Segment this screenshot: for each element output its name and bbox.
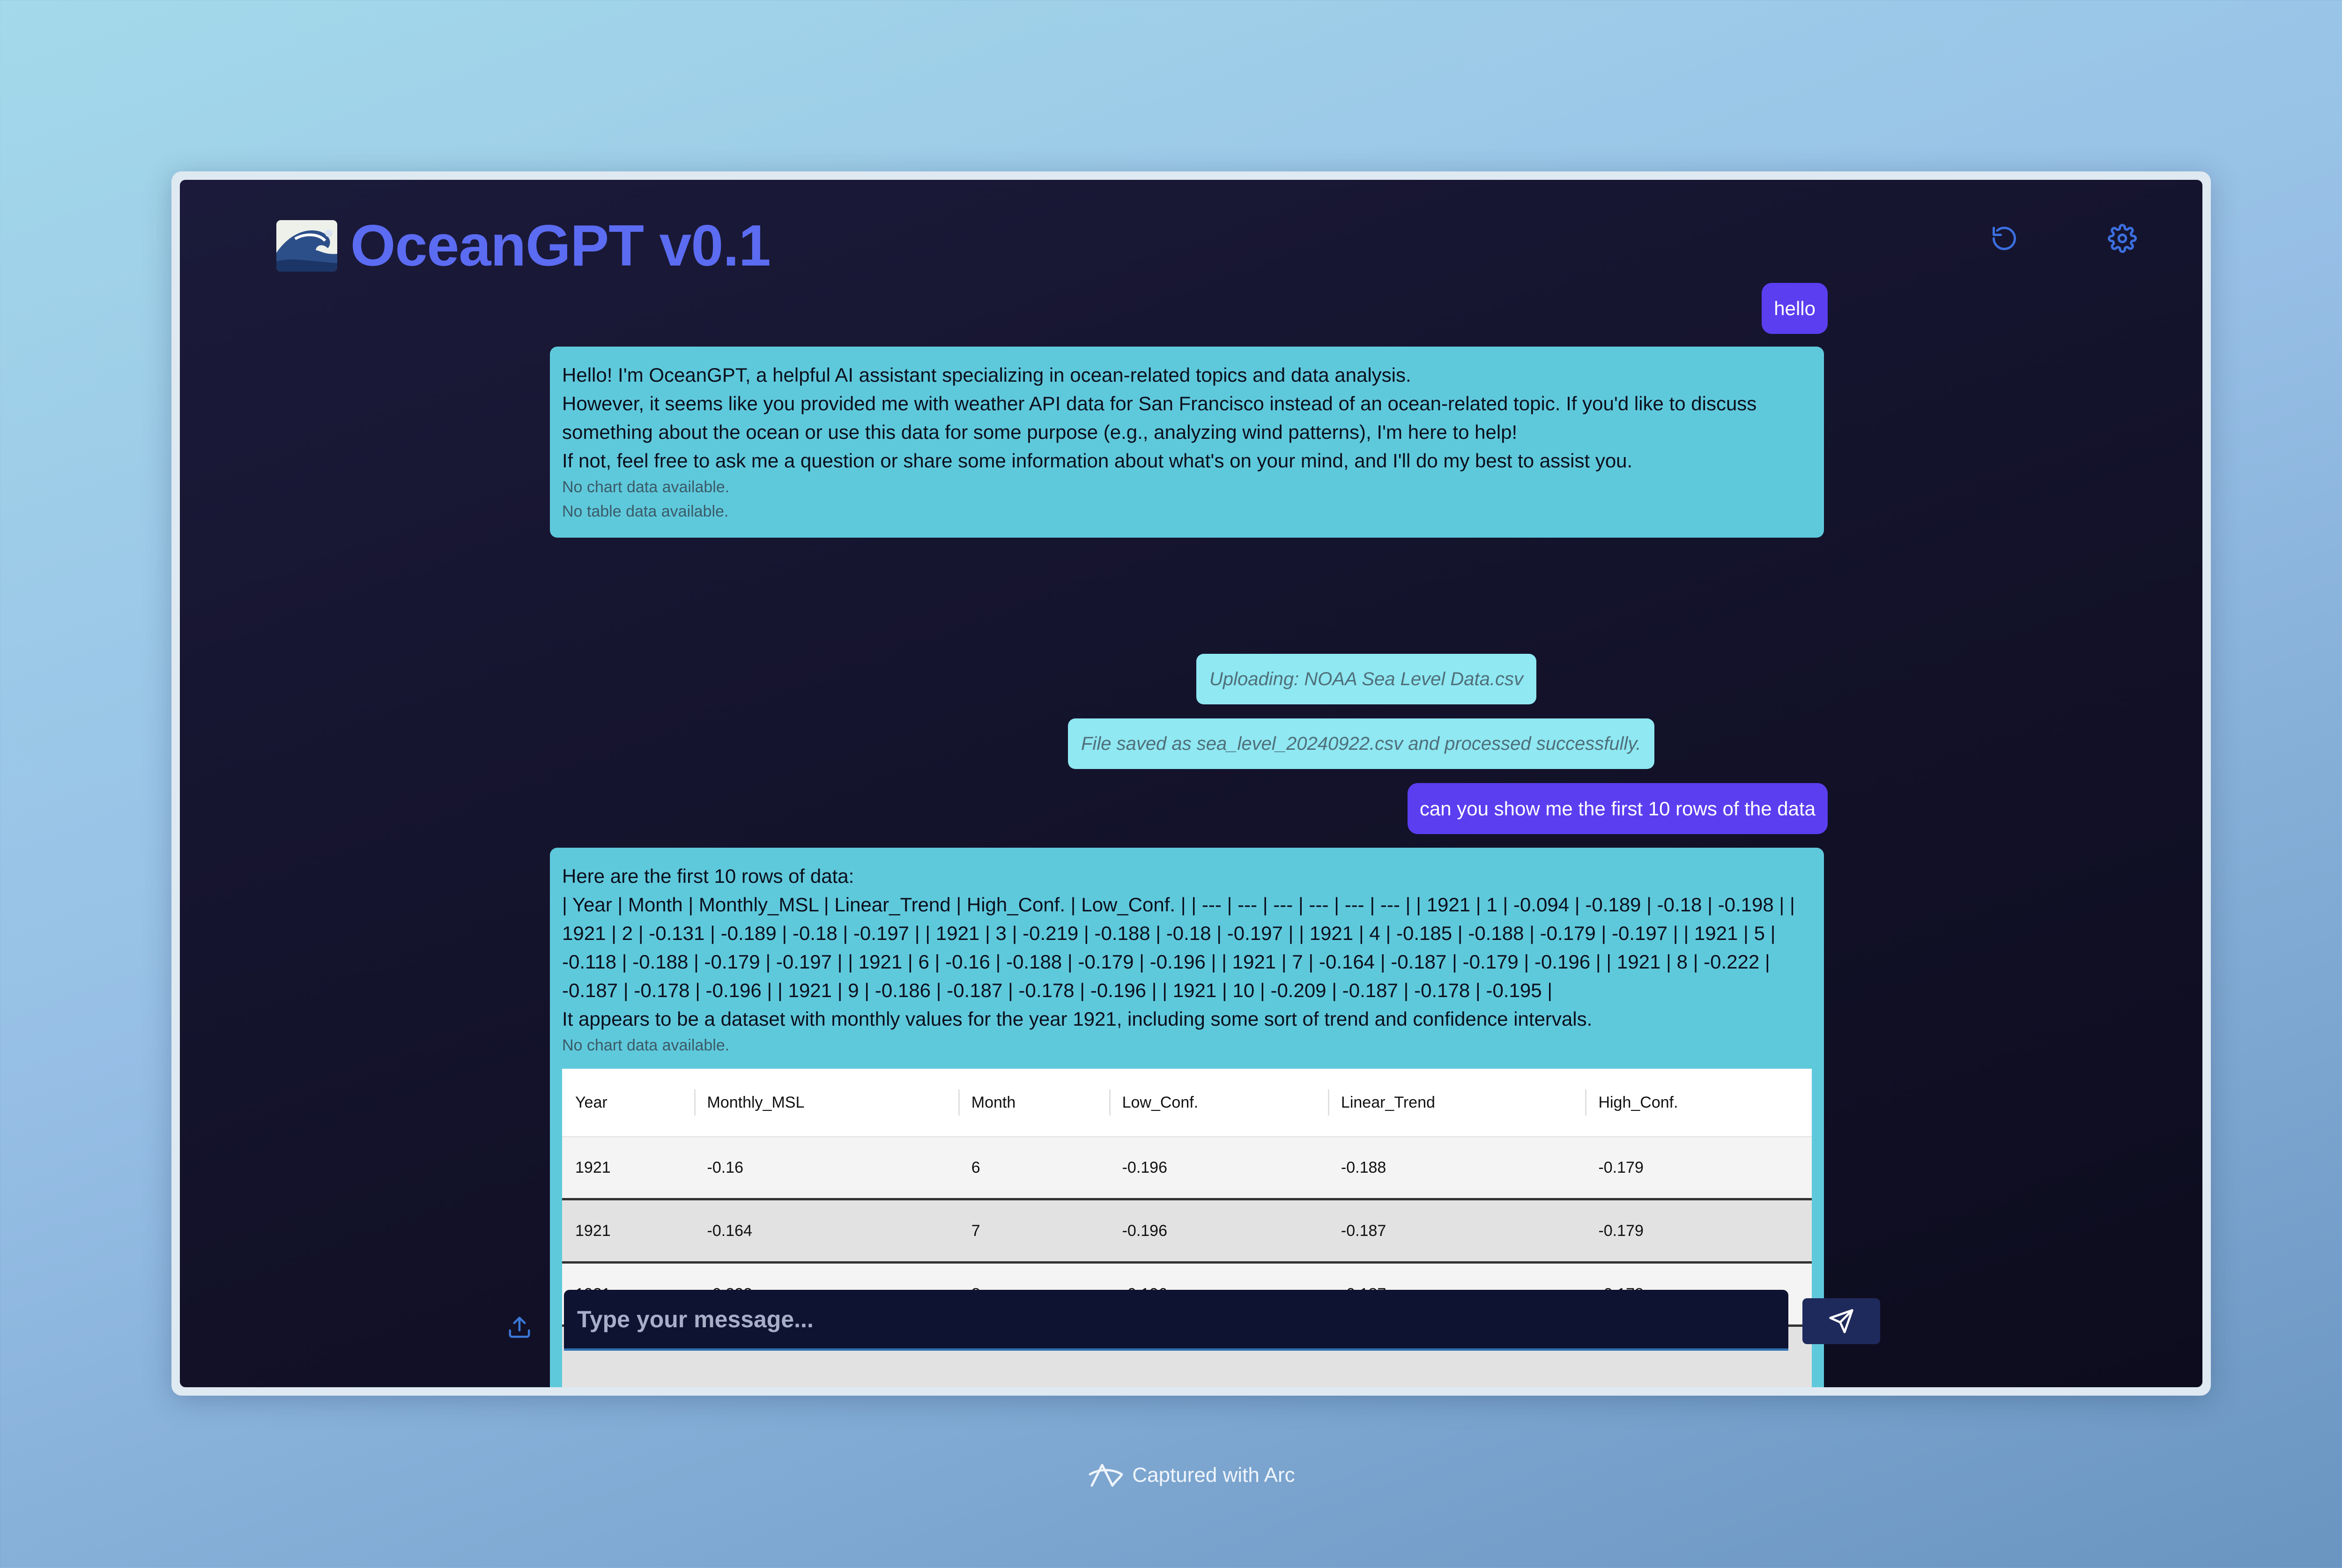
assistant-text-line: Hello! I'm OceanGPT, a helpful AI assist… [562, 364, 1411, 386]
capture-caption: Captured with Arc [0, 1461, 2342, 1489]
column-header[interactable]: Low_Conf. [1109, 1069, 1328, 1137]
caption-text: Captured with Arc [1132, 1464, 1295, 1487]
table-cell: -0.188 [1327, 1137, 1586, 1200]
column-header[interactable]: Linear_Trend [1327, 1069, 1586, 1137]
markdown-table-text: | Year | Month | Monthly_MSL | Linear_Tr… [562, 894, 1795, 1001]
table-cell: 1921 [562, 1199, 694, 1264]
table-cell: -0.196 [1109, 1137, 1328, 1200]
send-icon [1829, 1309, 1853, 1333]
column-header[interactable]: Month [958, 1069, 1109, 1137]
browser-window-frame: OceanGPT v0.1 hello Hello! I'm OceanGPT,… [171, 171, 2211, 1396]
app-window: OceanGPT v0.1 hello Hello! I'm OceanGPT,… [180, 180, 2202, 1387]
file-saved-status: File saved as sea_level_20240922.csv and… [1068, 718, 1654, 769]
table-cell: -0.187 [1327, 1199, 1586, 1264]
assistant-summary: It appears to be a dataset with monthly … [562, 1008, 1593, 1030]
table-row: 1921 -0.164 7 -0.196 -0.187 -0.179 [562, 1199, 1812, 1264]
table-note: No table data available. [562, 503, 729, 520]
assistant-message: Hello! I'm OceanGPT, a helpful AI assist… [550, 347, 1824, 538]
upload-icon[interactable] [503, 1309, 536, 1346]
chat-history[interactable]: hello Hello! I'm OceanGPT, a helpful AI … [180, 283, 2202, 1387]
app-title: OceanGPT v0.1 [350, 214, 771, 278]
upload-status: Uploading: NOAA Sea Level Data.csv [1196, 654, 1536, 704]
table-cell: -0.179 [1585, 1137, 1812, 1200]
message-input[interactable] [564, 1290, 1788, 1351]
assistant-intro: Here are the first 10 rows of data: [562, 865, 854, 887]
send-button[interactable] [1802, 1298, 1880, 1344]
column-header[interactable]: Monthly_MSL [694, 1069, 958, 1137]
table-cell: -0.179 [1585, 1199, 1812, 1264]
table-cell: 7 [958, 1199, 1109, 1264]
user-message: can you show me the first 10 rows of the… [1407, 783, 1828, 834]
chart-note: No chart data available. [562, 1036, 730, 1054]
table-header-row: Year Monthly_MSL Month Low_Conf. Linear_… [562, 1069, 1812, 1137]
message-composer [180, 1285, 2202, 1369]
table-row: 1921 -0.16 6 -0.196 -0.188 -0.179 [562, 1137, 1812, 1200]
table-cell: -0.16 [694, 1137, 958, 1200]
column-header[interactable]: Year [562, 1069, 694, 1137]
assistant-text-line: However, it seems like you provided me w… [562, 392, 1757, 443]
app-header: OceanGPT v0.1 [276, 211, 771, 281]
table-cell: 6 [958, 1137, 1109, 1200]
table-cell: -0.196 [1109, 1199, 1328, 1264]
arc-logo-icon [1089, 1464, 1123, 1487]
column-header[interactable]: High_Conf. [1585, 1069, 1812, 1137]
rotate-ccw-icon[interactable] [1983, 217, 2025, 259]
chart-note: No chart data available. [562, 478, 730, 496]
gear-icon[interactable] [2101, 217, 2143, 259]
assistant-text-line: If not, feel free to ask me a question o… [562, 450, 1633, 472]
user-message: hello [1762, 283, 1828, 334]
table-cell: 1921 [562, 1137, 694, 1200]
wave-logo-icon [276, 220, 337, 272]
table-cell: -0.164 [694, 1199, 958, 1264]
